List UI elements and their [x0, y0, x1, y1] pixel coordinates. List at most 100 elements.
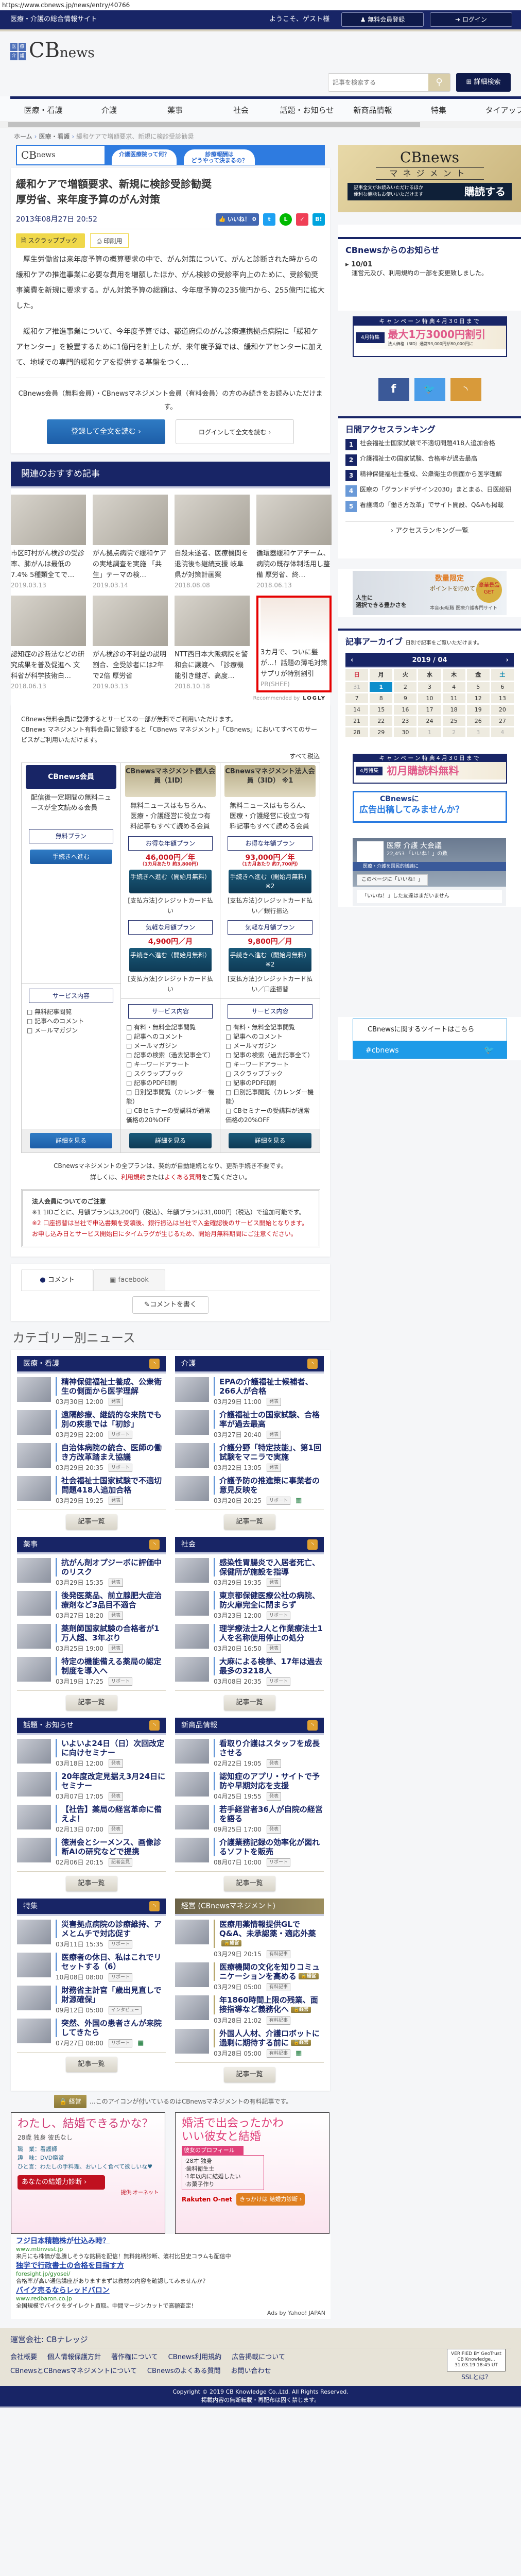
footer-link[interactable]: CBnewsとCBnewsマネジメントについて — [10, 2367, 137, 2376]
ranking-item[interactable]: 2 介護福祉士の国家試験、合格率が過去最高 — [345, 454, 514, 466]
calendar-day[interactable]: 14 — [345, 705, 369, 715]
recommended-article[interactable]: がん拠点病院で緩和ケアの実地調査を実施 「共生」テーマの検… 2019.03.14 — [93, 495, 168, 589]
tab-comment[interactable]: ● コメント — [21, 1269, 93, 1291]
news-title[interactable]: 災害拠点病院の診療維持、アメとムチで対応促す — [56, 1920, 166, 1938]
article-list-button[interactable]: 記事一覧 — [223, 1695, 275, 1710]
news-item[interactable]: 自治体病院の統合、医師の働き方改革踏まえ協議 03月29日 20:35 リポート — [17, 1443, 166, 1472]
text-ad-title[interactable]: 独学で行政書士の合格を目指す方 — [16, 2261, 325, 2270]
search-button[interactable]: ⚲ — [428, 74, 450, 91]
breadcrumb-category[interactable]: 医療・看護 — [39, 133, 70, 140]
campaign-banner-discount[interactable]: キャンペーン特典4月30日まで 4月特集 最大1万3000円割引 法人価格（3ID… — [353, 316, 507, 357]
rss-icon[interactable]: ◝ — [149, 1539, 160, 1550]
nav-tab-3[interactable]: 社会 — [208, 96, 274, 121]
nav-scrollbar[interactable] — [0, 121, 521, 128]
calendar-day[interactable]: 26 — [466, 716, 490, 726]
text-ad-url[interactable]: www.redbaron.co.jp — [16, 2295, 325, 2302]
news-title[interactable]: 年1860時間上限の残業、面接指導など義務化へ 🔒経営 — [214, 1995, 324, 2014]
news-item[interactable]: 精神保健福祉士養成、公衆衛生の側面から医学理解 03月30日 12:00 発表 — [17, 1377, 166, 1406]
footer-link[interactable]: 広告掲載について — [232, 2353, 285, 2362]
news-title[interactable]: 薬剤師国家試験の合格者が1万人超、3年ぶり — [56, 1624, 166, 1642]
calendar-day[interactable]: 15 — [370, 705, 393, 715]
notice-item[interactable]: 運営元及び、利用規約の一部を変更致しました。 — [345, 269, 514, 278]
rss-icon[interactable]: ◝ — [307, 1539, 318, 1550]
login-button[interactable]: ➜ ログイン — [430, 12, 512, 27]
ranking-item[interactable]: 1 社会福祉士国家試験で不適切問題418人追加合格 — [345, 439, 514, 450]
hatena-bookmark-button[interactable]: B! — [312, 213, 325, 226]
scrollbar-thumb[interactable] — [8, 122, 420, 127]
news-item[interactable]: いよいよ24日（日）次回改定に向けセミナー 03月18日 12:00 発表 — [17, 1739, 166, 1768]
nav-tab-2[interactable]: 薬事 — [142, 96, 208, 121]
news-title[interactable]: 介護福祉士の国家試験、合格率が過去最高 — [214, 1410, 324, 1429]
pocket-share-button[interactable]: ✓ — [296, 213, 308, 226]
write-comment-button[interactable]: ✎コメントを書く — [132, 1296, 209, 1314]
category-header[interactable]: 新商品情報 ◝ — [175, 1718, 324, 1735]
news-title[interactable]: 外国人人材、介護ロボットに過剰に期待する前に 🔒経営 — [214, 2028, 324, 2047]
recommended-article[interactable]: 自殺未遂者、医療機関を退院後も継続支援 岐阜県が対策計画案 2018.08.08 — [175, 495, 250, 589]
news-item[interactable]: 認知症のアプリ・サイトで予防や早期対応を支援 04月25日 19:55 発表 — [175, 1772, 324, 1801]
article-list-button[interactable]: 記事一覧 — [65, 1695, 117, 1710]
advertise-banner[interactable]: CBnewsに 広告出稿してみませんか？ — [353, 791, 507, 823]
management-subscribe-banner[interactable]: CBnews マネジメント 記事全文がお読みいただけるほか 便利な機能もお使いいた… — [338, 145, 521, 212]
recommended-article[interactable]: 循環器緩和ケアチーム、病院の既存体制活用し整備 厚労省、終… 2018.06.13 — [256, 495, 332, 589]
calendar-day[interactable]: 20 — [491, 705, 514, 715]
details-button[interactable]: 詳細を見る — [129, 1133, 212, 1148]
twitter-share-button[interactable]: t — [263, 213, 275, 226]
news-item[interactable]: 介護業務記録の効率化が図れるソフトを販売 08月07日 10:00 リポート — [175, 1838, 324, 1867]
ranking-item[interactable]: 4 医療の「グランドデザイン2030」まとまる、日医総研 — [345, 485, 514, 497]
news-item[interactable]: 医療用薬情報提供GLでQ&A、未承認薬・適応外薬🔒経営 03月29日 20:15 有… — [175, 1920, 324, 1959]
news-item[interactable]: 介護分野「特定技能」、第1回試験をマニラで実施 03月22日 13:05 発表 — [175, 1443, 324, 1472]
login-read-button[interactable]: ログインして全文を読む › — [176, 419, 294, 444]
advanced-search-button[interactable]: ⊞ 詳細検索 — [456, 73, 511, 92]
news-title[interactable]: 医療用薬情報提供GLでQ&A、未承認薬・適応外薬🔒経営 — [214, 1920, 324, 1948]
details-button[interactable]: 詳細を見る — [30, 1133, 112, 1148]
twitter-button[interactable]: 🐦 — [414, 378, 445, 401]
terms-link[interactable]: 利用規約 — [121, 1174, 146, 1181]
news-title[interactable]: 精神保健福祉士養成、公衆衛生の側面から医学理解 — [56, 1377, 166, 1396]
details-button[interactable]: 詳細を見る — [229, 1133, 311, 1148]
news-title[interactable]: 抗がん剤オプジーボに評価中のリスク — [56, 1558, 166, 1577]
logly-credit[interactable]: Recommended by LOGLY — [253, 695, 326, 702]
calendar-day[interactable]: 12 — [466, 693, 490, 703]
scrapbook-button[interactable]: 🗎 スクラップブック — [16, 233, 85, 248]
footer-link[interactable]: CBnews利用規約 — [168, 2353, 222, 2362]
sponsored-article[interactable]: 3カ月で、ついに髪が…！話題の薄毛対策サプリが特別割引 PR(SHEE) — [256, 596, 332, 692]
calendar-day[interactable]: 27 — [491, 716, 514, 726]
ad-onet-nurse[interactable]: わたし、結婚できるかな？ 28歳 独身 彼氏なし 職 業：看護師趣 味：DVD鑑… — [11, 2112, 165, 2234]
register-button[interactable]: ♟ 無料会員登録 — [341, 12, 424, 27]
calendar-day[interactable]: 23 — [394, 716, 417, 726]
recommended-article[interactable]: NTT西日本大阪病院を警和会に譲渡へ 「診療機能引き継ぎ、高度… 2018.10.… — [175, 596, 250, 692]
article-list-button[interactable]: 記事一覧 — [65, 2057, 117, 2072]
geotrust-seal[interactable]: VERIFIED BY GeoTrust CB Knowledge... 31.… — [447, 2349, 506, 2371]
twitter-hashtag-banner[interactable]: CBnewsに関するツイートはこちら #cbnews 🐦 — [338, 1017, 521, 1060]
calendar-day[interactable]: 21 — [345, 716, 369, 726]
category-header[interactable]: 医療・看護 ◝ — [17, 1356, 166, 1374]
ranking-item[interactable]: 5 看護職の「働き方改革」でサイト開設、Q&Aも掲載 — [345, 501, 514, 512]
breadcrumb-home[interactable]: ホーム — [14, 133, 32, 140]
calendar-day[interactable]: 4 — [442, 682, 465, 692]
news-title[interactable]: 徳洲会とシーメンス、画像診断AIの研究などで提携 — [56, 1838, 166, 1856]
calendar-day[interactable]: 18 — [442, 705, 465, 715]
search-input[interactable] — [328, 74, 428, 91]
rss-icon[interactable]: ◝ — [149, 1720, 160, 1731]
address-bar[interactable]: https://www.cbnews.jp/news/entry/40766 — [0, 0, 521, 10]
calendar-day[interactable]: 3 — [418, 682, 441, 692]
news-item[interactable]: 介護予防の推進策に事業者の意見反映を 03月20日 20:25 リポート ▦ — [175, 1476, 324, 1505]
news-title[interactable]: 東京都保健医療公社の病院、防火扉完全に閉まらず — [214, 1591, 324, 1609]
calendar-day[interactable]: 28 — [345, 727, 369, 737]
news-title[interactable]: 特定の機能備える薬局の認定制度を導入へ — [56, 1657, 166, 1675]
nav-tab-7[interactable]: タイアップ — [472, 96, 521, 121]
category-header[interactable]: 薬事 ◝ — [17, 1537, 166, 1554]
ranking-more-link[interactable]: › アクセスランキング一覧 — [345, 521, 514, 536]
ssl-link[interactable]: SSLとは？ — [461, 2374, 491, 2381]
news-title[interactable]: 介護分野「特定技能」、第1回試験をマニラで実施 — [214, 1443, 324, 1462]
news-title[interactable]: EPAの介護福祉士候補者、266人が合格 — [214, 1377, 324, 1396]
footer-link[interactable]: 会社概要 — [10, 2353, 37, 2362]
register-read-button[interactable]: 登録して全文を読む › — [47, 419, 165, 444]
calendar-day[interactable]: 6 — [491, 682, 514, 692]
article-list-button[interactable]: 記事一覧 — [223, 1514, 275, 1530]
proceed-button[interactable]: 手続きへ進む — [30, 850, 112, 864]
rss-icon[interactable]: ◝ — [307, 1359, 318, 1369]
calendar-day[interactable]: 9 — [394, 693, 417, 703]
calendar-day[interactable]: 30 — [394, 727, 417, 737]
article-list-button[interactable]: 記事一覧 — [223, 1876, 275, 1891]
